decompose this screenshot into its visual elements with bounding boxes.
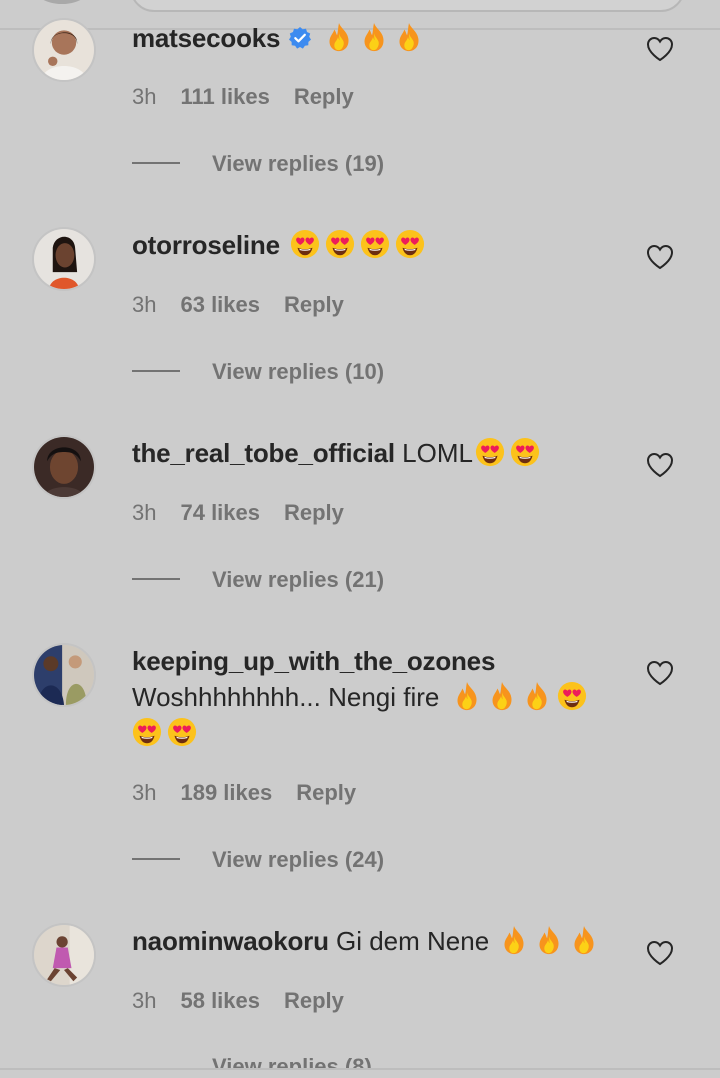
view-replies-button[interactable]: View replies (24) <box>132 847 384 873</box>
fire-emoji-icon <box>522 681 552 711</box>
comment-username[interactable]: keeping_up_with_the_ozones <box>132 646 495 676</box>
comment-username[interactable]: otorroseline <box>132 230 280 260</box>
fire-emoji-icon <box>534 925 564 955</box>
like-heart-icon[interactable] <box>646 660 674 686</box>
comment-username[interactable]: naominwaokoru <box>132 926 329 956</box>
comment-text: Gi dem Nene <box>336 926 490 956</box>
fire-emoji-icon <box>569 925 599 955</box>
reply-button[interactable]: Reply <box>284 500 344 525</box>
fire-emoji-icon <box>452 681 482 711</box>
current-user-avatar <box>30 0 94 4</box>
view-replies-button[interactable]: View replies (10) <box>132 359 384 385</box>
comment-username[interactable]: the_real_tobe_official <box>132 438 395 468</box>
view-replies-label: View replies (24) <box>212 847 385 872</box>
divider <box>0 1068 720 1070</box>
fire-emoji-icon <box>359 22 389 52</box>
view-replies-button[interactable]: View replies (21) <box>132 567 384 593</box>
verified-badge-icon <box>288 26 312 50</box>
avatar[interactable] <box>32 643 96 707</box>
view-replies-label: View replies (10) <box>212 359 385 384</box>
likes-count[interactable]: 63 likes <box>180 292 260 317</box>
reply-button[interactable]: Reply <box>296 780 356 805</box>
comment-time: 3h <box>132 84 157 109</box>
heart-eyes-emoji-icon <box>132 717 162 747</box>
view-replies-button[interactable]: View replies (8) <box>132 1054 372 1068</box>
heart-eyes-emoji-icon <box>290 229 320 259</box>
heart-eyes-emoji-icon <box>325 229 355 259</box>
reply-button[interactable]: Reply <box>284 988 344 1013</box>
comment-text: Woshhhhhhhh... Nengi fire <box>132 682 440 712</box>
view-replies-label: View replies (21) <box>212 567 385 592</box>
likes-count[interactable]: 74 likes <box>180 500 260 525</box>
reply-button[interactable]: Reply <box>294 84 354 109</box>
view-replies-label: View replies (19) <box>212 151 385 176</box>
replies-line <box>132 578 180 580</box>
heart-eyes-emoji-icon <box>395 229 425 259</box>
view-replies-label: View replies (8) <box>212 1054 372 1068</box>
avatar[interactable] <box>32 435 96 499</box>
reply-button[interactable]: Reply <box>284 292 344 317</box>
avatar[interactable] <box>32 227 96 291</box>
heart-eyes-emoji-icon <box>557 681 587 711</box>
comment-time: 3h <box>132 500 157 525</box>
replies-line <box>132 858 180 860</box>
replies-line <box>132 370 180 372</box>
likes-count[interactable]: 58 likes <box>180 988 260 1013</box>
fire-emoji-icon <box>394 22 424 52</box>
heart-eyes-emoji-icon <box>475 437 505 467</box>
fire-emoji-icon <box>324 22 354 52</box>
likes-count[interactable]: 111 likes <box>180 84 269 109</box>
heart-eyes-emoji-icon <box>167 717 197 747</box>
fire-emoji-icon <box>487 681 517 711</box>
comment-text: LOML <box>402 438 473 468</box>
comment-time: 3h <box>132 292 157 317</box>
add-comment-input[interactable] <box>130 0 685 12</box>
likes-count[interactable]: 189 likes <box>180 780 272 805</box>
like-heart-icon[interactable] <box>646 940 674 966</box>
like-heart-icon[interactable] <box>646 244 674 270</box>
comment-username[interactable]: matsecooks <box>132 23 281 53</box>
view-replies-button[interactable]: View replies (19) <box>132 151 384 177</box>
avatar[interactable] <box>32 18 96 82</box>
fire-emoji-icon <box>499 925 529 955</box>
like-heart-icon[interactable] <box>646 452 674 478</box>
comment-time: 3h <box>132 780 157 805</box>
replies-line <box>132 162 180 164</box>
avatar[interactable] <box>32 923 96 987</box>
heart-eyes-emoji-icon <box>510 437 540 467</box>
comment-time: 3h <box>132 988 157 1013</box>
heart-eyes-emoji-icon <box>360 229 390 259</box>
like-heart-icon[interactable] <box>646 36 674 62</box>
